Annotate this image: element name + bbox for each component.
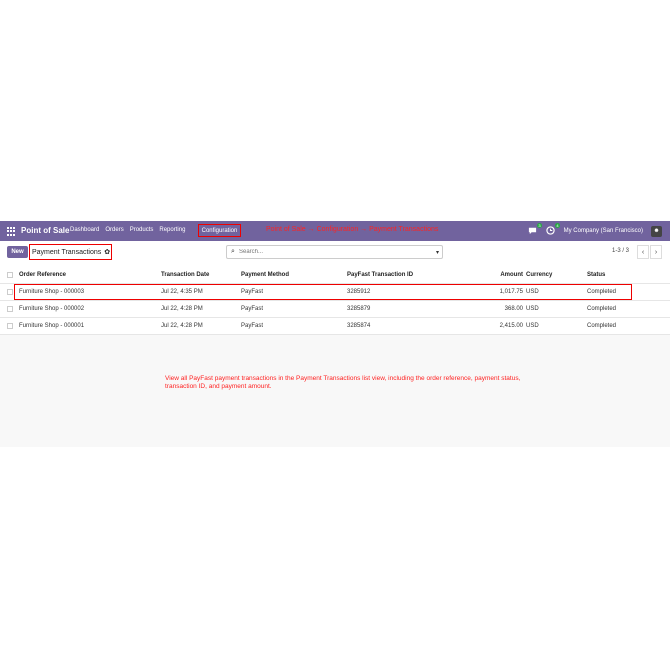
menu-products[interactable]: Products: [130, 227, 154, 233]
table-header: Order Reference Transaction Date Payment…: [0, 267, 670, 284]
activity-button[interactable]: 4: [545, 223, 560, 236]
main-menu: Dashboard Orders Products Reporting: [70, 227, 185, 233]
description-annotation: View all PayFast payment transactions in…: [165, 375, 521, 390]
pager-value[interactable]: 1-3 / 3: [612, 248, 629, 254]
order-reference: Furniture Shop - 000001: [19, 323, 85, 329]
column-transaction-date[interactable]: Transaction Date: [161, 272, 209, 278]
search-bar: ⌕ ▾: [226, 245, 443, 259]
payment-method: PayFast: [241, 306, 264, 312]
chevron-left-icon: ‹: [641, 248, 645, 256]
navbar-systray: 3 4 My Company (San Francisco) ☻: [528, 223, 662, 238]
breadcrumb: Payment Transactions ✿: [29, 244, 112, 260]
column-status[interactable]: Status: [587, 272, 605, 278]
payfast-id: 3285879: [347, 306, 371, 312]
row-checkbox[interactable]: [7, 323, 13, 329]
select-all-checkbox[interactable]: [7, 272, 13, 278]
table-row[interactable]: Furniture Shop - 000002 Jul 22, 4:28 PM …: [0, 301, 670, 318]
chat-button[interactable]: 3: [528, 223, 542, 236]
amount: 368.00: [504, 306, 523, 312]
top-navbar: Point of Sale Dashboard Orders Products …: [0, 221, 670, 241]
activity-badge: 4: [555, 223, 560, 228]
search-icon: ⌕: [231, 248, 235, 255]
new-button[interactable]: New: [7, 246, 28, 258]
status: Completed: [587, 306, 617, 312]
navigation-path-annotation: Point of Sale → Configuration → Payment …: [266, 226, 439, 233]
chat-badge: 3: [537, 223, 542, 228]
row-checkbox[interactable]: [7, 306, 13, 312]
column-payment-method[interactable]: Payment Method: [241, 272, 289, 278]
pager-next-button[interactable]: ›: [650, 245, 662, 259]
column-amount[interactable]: Amount: [500, 272, 523, 278]
gear-icon[interactable]: ✿: [104, 248, 110, 256]
column-currency[interactable]: Currency: [526, 272, 552, 278]
currency: USD: [526, 323, 539, 329]
chat-icon: [528, 227, 536, 235]
row-highlight-annotation: [14, 284, 632, 300]
payfast-id: 3285874: [347, 323, 371, 329]
company-switcher[interactable]: My Company (San Francisco): [564, 228, 643, 234]
user-avatar[interactable]: ☻: [651, 225, 662, 237]
menu-orders[interactable]: Orders: [105, 227, 123, 233]
status: Completed: [587, 323, 617, 329]
row-checkbox[interactable]: [7, 289, 13, 295]
column-payfast-id[interactable]: PayFast Transaction ID: [347, 272, 413, 278]
amount: 2,415.00: [499, 323, 523, 329]
apps-grid-icon[interactable]: [7, 227, 16, 236]
search-input[interactable]: [239, 249, 419, 255]
menu-dashboard[interactable]: Dashboard: [70, 227, 99, 233]
chevron-down-icon[interactable]: ▾: [436, 249, 439, 256]
transaction-date: Jul 22, 4:28 PM: [161, 306, 203, 312]
menu-configuration[interactable]: Configuration: [198, 224, 241, 237]
clock-icon: [545, 226, 555, 235]
table-row[interactable]: Furniture Shop - 000001 Jul 22, 4:28 PM …: [0, 318, 670, 335]
breadcrumb-title: Payment Transactions: [32, 248, 102, 256]
app-brand[interactable]: Point of Sale: [21, 226, 69, 235]
transaction-date: Jul 22, 4:28 PM: [161, 323, 203, 329]
user-icon: ☻: [653, 228, 660, 234]
order-reference: Furniture Shop - 000002: [19, 306, 85, 312]
pager-previous-button[interactable]: ‹: [637, 245, 649, 259]
column-order-reference[interactable]: Order Reference: [19, 272, 66, 278]
chevron-right-icon: ›: [654, 248, 658, 256]
transactions-table: Order Reference Transaction Date Payment…: [0, 267, 670, 335]
menu-reporting[interactable]: Reporting: [159, 227, 185, 233]
payment-method: PayFast: [241, 323, 264, 329]
currency: USD: [526, 306, 539, 312]
